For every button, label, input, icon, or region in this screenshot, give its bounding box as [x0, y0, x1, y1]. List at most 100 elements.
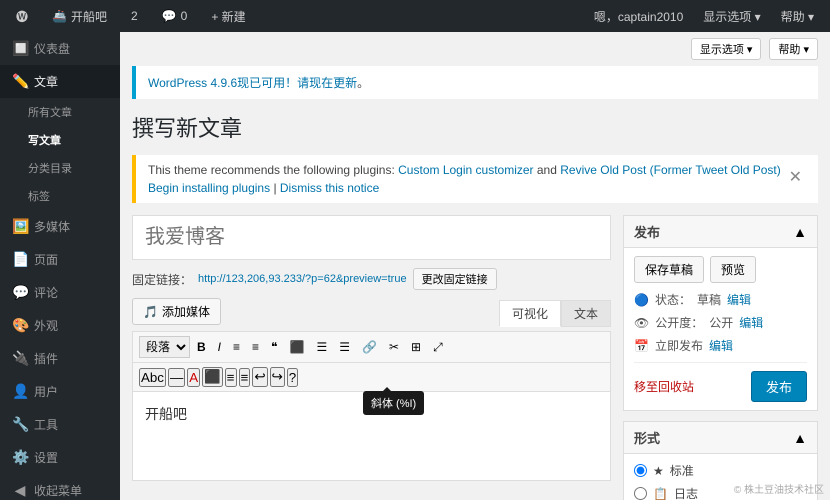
- bold-btn[interactable]: B: [192, 337, 211, 357]
- format-select[interactable]: 段落: [139, 336, 190, 358]
- appearance-icon: 🎨: [12, 317, 28, 334]
- editor-wrap: 固定链接： http://123,206,93.233/?p=62&previe…: [132, 215, 611, 500]
- collapse-icon: ◀: [12, 482, 28, 499]
- publish-btn[interactable]: 发布: [751, 371, 807, 402]
- align-left-btn[interactable]: ⬛: [285, 337, 310, 357]
- ul-btn[interactable]: ≡: [228, 337, 245, 357]
- display-options-btn[interactable]: 显示选项 ▾: [695, 8, 768, 25]
- format-title: 形式: [634, 428, 660, 447]
- notice-dismiss-btn[interactable]: ✕: [785, 163, 806, 191]
- save-draft-btn[interactable]: 保存草稿: [634, 256, 704, 283]
- visibility-icon: 👁: [634, 316, 649, 330]
- begin-installing-link[interactable]: Begin installing plugins: [148, 181, 270, 195]
- comment-count[interactable]: 💬 0: [154, 9, 196, 23]
- submenu-tags[interactable]: 标签: [0, 182, 120, 210]
- permalink-url[interactable]: http://123,206,93.233/?p=62&preview=true: [198, 273, 407, 285]
- fullscreen-btn[interactable]: ⤢: [428, 337, 448, 358]
- tab-visual[interactable]: 可视化: [499, 300, 561, 327]
- outdent-btn[interactable]: ≡: [239, 368, 251, 387]
- ol-btn[interactable]: ≡: [247, 337, 264, 357]
- dismiss-notice-link[interactable]: Dismiss this notice: [280, 181, 379, 195]
- media-icon: 🖼️: [12, 218, 28, 235]
- new-post-btn[interactable]: + 新建: [203, 8, 253, 25]
- format-log-radio[interactable]: [634, 487, 647, 500]
- submenu-write-post[interactable]: 写文章: [0, 126, 120, 154]
- permalink-row: 固定链接： http://123,206,93.233/?p=62&previe…: [132, 268, 611, 290]
- comments-icon: 💬: [12, 284, 28, 301]
- sidebar-item-plugins[interactable]: 🔌 插件: [0, 342, 120, 375]
- update-link[interactable]: WordPress 4.9.6现已可用！请现在更新: [148, 76, 357, 90]
- comments-btn[interactable]: 2: [123, 9, 146, 23]
- help-top-btn[interactable]: 帮助 ▾: [769, 38, 818, 60]
- sidebar-item-media[interactable]: 🖼️ 多媒体: [0, 210, 120, 243]
- unlink-btn[interactable]: ✂: [384, 337, 404, 357]
- status-edit-link[interactable]: 编辑: [727, 291, 751, 308]
- media-plus-icon: 🎵: [143, 305, 158, 319]
- trash-link[interactable]: 移至回收站: [634, 378, 694, 395]
- strikethrough-btn[interactable]: Abc: [139, 368, 166, 387]
- help-btn[interactable]: 帮助 ▾: [773, 8, 822, 25]
- format-standard-radio[interactable]: [634, 464, 647, 477]
- sidebar-item-appearance[interactable]: 🎨 外观: [0, 309, 120, 342]
- blockquote-btn[interactable]: ❝: [266, 337, 282, 357]
- greeting: 嗯，captain2010: [586, 8, 691, 25]
- format-standard-label: 标准: [670, 462, 694, 479]
- schedule-label: 立即发布: [655, 337, 703, 354]
- plugins-label: 插件: [34, 350, 58, 367]
- align-center-btn[interactable]: ☰: [311, 337, 332, 357]
- format-log-icon: 📋: [653, 487, 668, 500]
- status-row: 🔵 状态： 草稿 编辑: [634, 291, 807, 308]
- color-swatch-btn[interactable]: ⬛: [202, 367, 223, 387]
- italic-btn[interactable]: I: [213, 337, 226, 357]
- link-btn[interactable]: 🔗: [357, 337, 382, 357]
- editor-toolbar-row2: Abc — A ⬛ ≡ ≡ ↩ ↪ ? 斜体 (%I): [132, 362, 611, 391]
- visibility-edit-link[interactable]: 编辑: [739, 314, 763, 331]
- status-icon: 🔵: [634, 293, 649, 307]
- settings-label: 设置: [34, 449, 58, 466]
- top-bar: 显示选项 ▾ 帮助 ▾: [132, 32, 818, 66]
- sidebar-item-pages[interactable]: 📄 页面: [0, 243, 120, 276]
- sidebar-item-settings[interactable]: ⚙️ 设置: [0, 441, 120, 474]
- appearance-label: 外观: [34, 317, 58, 334]
- watermark: © 株土豆油技术社区: [734, 481, 824, 496]
- schedule-edit-link[interactable]: 编辑: [709, 337, 733, 354]
- undo-btn[interactable]: ↩: [252, 367, 267, 387]
- italic-tooltip: 斜体 (%I): [363, 391, 424, 415]
- submenu-all-posts[interactable]: 所有文章: [0, 98, 120, 126]
- table-btn[interactable]: ⊞: [406, 337, 426, 357]
- sidebar-item-dashboard[interactable]: 🔲 仪表盘: [0, 32, 120, 65]
- redo-btn[interactable]: ↪: [270, 367, 285, 387]
- submenu-categories[interactable]: 分类目录: [0, 154, 120, 182]
- indent-btn[interactable]: ≡: [225, 368, 237, 387]
- format-toggle-btn[interactable]: ▲: [793, 430, 807, 446]
- preview-btn[interactable]: 预览: [710, 256, 756, 283]
- posts-label: 文章: [34, 73, 58, 90]
- hr-btn[interactable]: —: [168, 368, 185, 387]
- sidebar-item-posts[interactable]: ✏️ 文章: [0, 65, 120, 98]
- publish-panel: 发布 ▲ 保存草稿 预览 🔵 状态： 草稿: [623, 215, 818, 411]
- wp-logo[interactable]: 🅦: [8, 8, 36, 25]
- align-right-btn[interactable]: ☰: [334, 337, 355, 357]
- sidebar-item-collapse[interactable]: ◀ 收起菜单: [0, 474, 120, 500]
- format-panel-header: 形式 ▲: [624, 422, 817, 454]
- sidebar-item-comments[interactable]: 💬 评论: [0, 276, 120, 309]
- publish-title: 发布: [634, 222, 660, 241]
- help-editor-btn[interactable]: ?: [287, 368, 298, 387]
- visibility-label: 公开度：: [655, 314, 703, 331]
- sidebar-item-users[interactable]: 👤 用户: [0, 375, 120, 408]
- plugin2-link[interactable]: Revive Old Post (Former Tweet Old Post): [560, 163, 781, 177]
- display-options-top-btn[interactable]: 显示选项 ▾: [691, 38, 762, 60]
- add-media-btn[interactable]: 🎵 添加媒体: [132, 298, 221, 325]
- change-permalink-btn[interactable]: 更改固定链接: [413, 268, 497, 290]
- plugin1-link[interactable]: Custom Login customizer: [398, 163, 533, 177]
- color-btn[interactable]: A: [187, 368, 200, 387]
- post-title-input[interactable]: [132, 215, 611, 260]
- publish-toggle-btn[interactable]: ▲: [793, 224, 807, 240]
- pages-icon: 📄: [12, 251, 28, 268]
- site-name[interactable]: 🚢 开船吧: [44, 8, 115, 25]
- media-label: 多媒体: [34, 218, 70, 235]
- status-label: 状态：: [655, 291, 691, 308]
- sidebar-item-tools[interactable]: 🔧 工具: [0, 408, 120, 441]
- tab-text[interactable]: 文本: [561, 300, 611, 327]
- settings-icon: ⚙️: [12, 449, 28, 466]
